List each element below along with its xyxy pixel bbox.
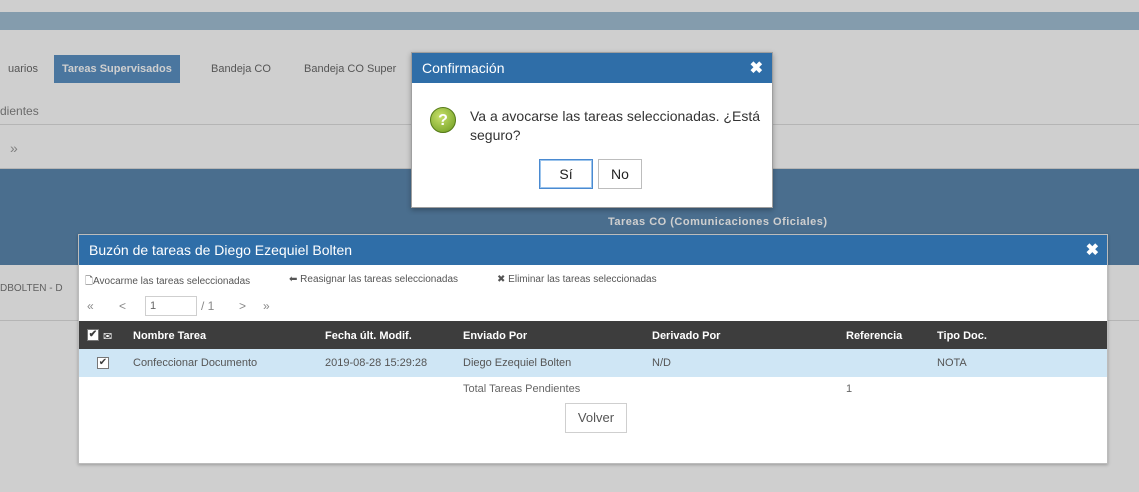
last-page-icon[interactable]: » — [263, 299, 270, 313]
col-enviado-por[interactable]: Enviado Por — [463, 330, 527, 342]
total-row: Total Tareas Pendientes 1 — [79, 377, 1107, 401]
cell-enviado: Diego Ezequiel Bolten — [463, 357, 572, 369]
cell-derivado: N/D — [652, 357, 671, 369]
total-value: 1 — [846, 383, 853, 395]
col-tipo-doc[interactable]: Tipo Doc. — [937, 330, 987, 342]
close-icon[interactable]: ✖ — [750, 58, 763, 78]
buzon-dialog: Buzón de tareas de Diego Ezequiel Bolten… — [78, 234, 1108, 464]
avocar-button[interactable]: 🗋Avocarme las tareas seleccionadas — [85, 274, 250, 291]
eliminar-label: Eliminar las tareas seleccionadas — [508, 274, 657, 285]
no-button[interactable]: No — [598, 159, 642, 189]
action-bar: 🗋Avocarme las tareas seleccionadas ⬅ Rea… — [79, 265, 1107, 293]
reasignar-label: Reasignar las tareas seleccionadas — [300, 274, 459, 285]
confirm-header: Confirmación ✖ — [412, 53, 772, 83]
total-label: Total Tareas Pendientes — [463, 383, 581, 395]
close-icon[interactable]: ✖ — [1086, 240, 1099, 260]
question-icon: ? — [430, 107, 456, 133]
col-derivado-por[interactable]: Derivado Por — [652, 330, 720, 342]
col-nombre-tarea[interactable]: Nombre Tarea — [133, 330, 206, 342]
mail-icon: ✉ — [103, 331, 113, 343]
cell-fecha: 2019-08-28 15:29:28 — [325, 357, 428, 369]
x-icon: ✖ — [497, 274, 506, 285]
row-checkbox[interactable]: ✔ — [97, 357, 109, 369]
buzon-header: Buzón de tareas de Diego Ezequiel Bolten… — [79, 235, 1107, 265]
page-total: / 1 — [201, 299, 215, 313]
confirm-title: Confirmación — [422, 60, 505, 76]
table-row[interactable]: ✔ Confeccionar Documento 2019-08-28 15:2… — [79, 349, 1107, 377]
confirm-message: Va a avocarse las tareas seleccionadas. … — [470, 108, 761, 143]
pager: « < 1 / 1 > » — [79, 293, 1107, 321]
select-all-checkbox[interactable]: ✔ — [87, 329, 99, 341]
first-page-icon[interactable]: « — [87, 299, 94, 313]
table-header: ✔ ✉ Nombre Tarea Fecha últ. Modif. Envia… — [79, 321, 1107, 349]
dialog-footer: Volver — [79, 401, 1107, 435]
yes-button[interactable]: Sí — [539, 159, 593, 189]
cell-tipo: NOTA — [937, 357, 967, 369]
eliminar-button[interactable]: ✖ Eliminar las tareas seleccionadas — [497, 274, 657, 285]
reasignar-button[interactable]: ⬅ Reasignar las tareas seleccionadas — [289, 274, 458, 285]
page-input[interactable]: 1 — [145, 296, 197, 316]
buzon-title: Buzón de tareas de Diego Ezequiel Bolten — [89, 242, 353, 258]
next-page-icon[interactable]: > — [239, 299, 246, 313]
document-icon: 🗋 — [85, 276, 94, 287]
reply-icon: ⬅ — [289, 274, 298, 285]
confirm-dialog: Confirmación ✖ ? Va a avocarse las tarea… — [411, 52, 773, 208]
col-referencia[interactable]: Referencia — [846, 330, 902, 342]
screen: uarios Tareas Supervisados Bandeja CO Ba… — [0, 0, 1139, 492]
cell-nombre: Confeccionar Documento — [133, 357, 258, 369]
avocar-label: Avocarme las tareas seleccionadas — [93, 276, 251, 287]
volver-button[interactable]: Volver — [565, 403, 627, 433]
prev-page-icon[interactable]: < — [119, 299, 126, 313]
col-fecha[interactable]: Fecha últ. Modif. — [325, 330, 412, 342]
